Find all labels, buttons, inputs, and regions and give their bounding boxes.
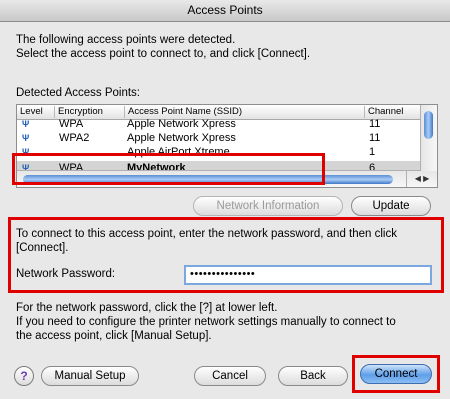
- help-icon[interactable]: ?: [14, 366, 34, 386]
- back-button[interactable]: Back: [278, 366, 348, 386]
- row-ssid: Apple Network Xpress: [127, 132, 236, 144]
- cancel-button[interactable]: Cancel: [194, 366, 266, 386]
- vertical-scroll-thumb[interactable]: [424, 111, 433, 139]
- row-encryption: WPA: [59, 118, 84, 130]
- footer-line-1: For the network password, click the [?] …: [16, 302, 278, 314]
- signal-strength-icon: Ψ: [22, 119, 30, 129]
- password-instruction-1: To connect to this access point, enter t…: [16, 228, 397, 240]
- password-label: Network Password:: [16, 268, 116, 280]
- footer-line-2: If you need to configure the printer net…: [16, 316, 396, 328]
- signal-strength-icon: Ψ: [22, 133, 30, 143]
- network-information-button[interactable]: Network Information: [193, 196, 343, 216]
- row-channel: 1: [369, 146, 376, 158]
- list-row[interactable]: Ψ WPA2 Apple Network Xpress 11: [17, 131, 421, 145]
- network-password-field[interactable]: •••••••••••••••: [184, 265, 432, 285]
- footer-line-3: the access point, click [Manual Setup].: [16, 330, 212, 342]
- highlight-selected-row: [12, 153, 325, 185]
- scroll-arrows-icon[interactable]: ◀ ▶: [406, 171, 437, 187]
- intro-line-1: The following access points were detecte…: [16, 34, 236, 46]
- vertical-scrollbar[interactable]: [420, 105, 437, 171]
- window-title: Access Points: [187, 3, 263, 17]
- window-titlebar: Access Points: [0, 0, 450, 22]
- connect-button[interactable]: Connect: [360, 364, 432, 384]
- update-button[interactable]: Update: [351, 196, 431, 216]
- intro-line-2: Select the access point to connect to, a…: [16, 48, 311, 60]
- password-instruction-2: [Connect].: [16, 242, 69, 254]
- list-label: Detected Access Points:: [16, 87, 141, 99]
- row-channel: 11: [369, 118, 381, 130]
- row-encryption: WPA2: [59, 132, 90, 144]
- row-ssid: Apple Network Xpress: [127, 118, 236, 130]
- manual-setup-button[interactable]: Manual Setup: [41, 366, 139, 386]
- list-row[interactable]: Ψ WPA Apple Network Xpress 11: [17, 117, 421, 131]
- row-channel: 11: [369, 132, 381, 144]
